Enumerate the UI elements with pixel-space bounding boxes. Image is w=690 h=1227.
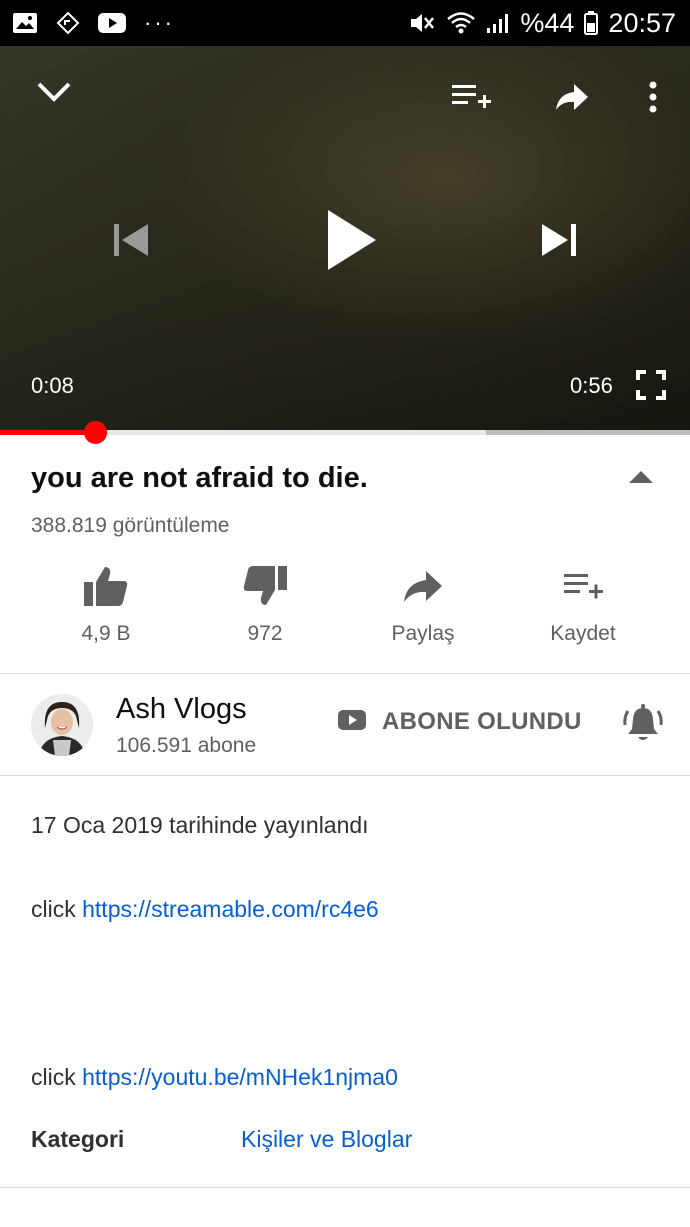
video-player[interactable]: 0:08 0:56	[0, 46, 690, 432]
battery-icon	[584, 11, 599, 35]
category-label: Kategori	[31, 1126, 125, 1152]
youtube-icon	[338, 709, 366, 735]
divider	[0, 1187, 690, 1188]
description-text: click	[31, 1064, 76, 1090]
notification-bell-icon[interactable]	[622, 703, 664, 750]
thumbs-up-icon	[83, 560, 129, 612]
like-button[interactable]: 4,9 B	[36, 560, 176, 646]
subscriber-count: 106.591 abone	[116, 734, 257, 757]
publish-date: 17 Oca 2019 tarihinde yayınlandı	[31, 812, 369, 838]
wifi-icon	[446, 11, 476, 35]
share-icon	[402, 560, 444, 612]
clock: 20:57	[608, 7, 676, 38]
status-overflow: ···	[144, 10, 175, 35]
avatar[interactable]	[31, 694, 93, 756]
channel-name[interactable]: Ash Vlogs	[116, 693, 247, 726]
fullscreen-icon[interactable]	[636, 370, 666, 400]
more-vert-icon[interactable]	[646, 80, 660, 114]
view-count: 388.819 görüntüleme	[31, 514, 230, 537]
dislike-count: 972	[247, 622, 283, 645]
divider	[0, 775, 690, 776]
share-button[interactable]: Paylaş	[353, 560, 493, 646]
status-bar: ··· %44 20:57	[0, 0, 690, 46]
description-line: click https://streamable.com/rc4e6	[31, 896, 379, 923]
video-title[interactable]: you are not afraid to die.	[31, 462, 368, 495]
youtube-link[interactable]: https://youtu.be/mNHek1njma0	[82, 1064, 398, 1090]
playlist-add-icon	[562, 560, 604, 612]
navigation-icon	[56, 11, 80, 35]
battery-percent: %44	[520, 7, 575, 38]
subscribed-label: ABONE OLUNDU	[382, 708, 582, 735]
share-icon[interactable]	[554, 82, 590, 112]
save-label: Kaydet	[550, 622, 616, 645]
description-line: click https://youtu.be/mNHek1njma0	[31, 1064, 398, 1091]
play-icon[interactable]	[326, 208, 378, 272]
streamable-link[interactable]: https://streamable.com/rc4e6	[82, 896, 379, 922]
thumbs-down-icon	[242, 560, 288, 612]
next-icon[interactable]	[540, 222, 578, 258]
progress-fill	[0, 430, 96, 435]
signal-icon	[486, 12, 510, 34]
mute-icon	[408, 10, 436, 36]
image-icon	[12, 12, 38, 34]
expand-description-icon[interactable]	[628, 470, 654, 489]
save-button[interactable]: Kaydet	[513, 560, 653, 646]
description-text: click	[31, 896, 76, 922]
previous-icon[interactable]	[112, 222, 150, 258]
dislike-button[interactable]: 972	[195, 560, 335, 646]
current-time: 0:08	[31, 373, 74, 398]
like-count: 4,9 B	[81, 622, 131, 645]
add-to-queue-icon[interactable]	[450, 82, 492, 112]
seek-handle[interactable]	[84, 421, 108, 444]
duration: 0:56	[570, 373, 613, 398]
share-label: Paylaş	[391, 622, 455, 645]
category-link[interactable]: Kişiler ve Bloglar	[241, 1126, 412, 1153]
divider	[0, 673, 690, 674]
minimize-chevron-icon[interactable]	[36, 80, 72, 106]
subscribed-button[interactable]: ABONE OLUNDU	[338, 708, 582, 736]
youtube-icon	[98, 13, 126, 33]
seek-bar[interactable]	[0, 421, 690, 444]
action-bar: 4,9 B 972 Paylaş Kaydet	[0, 560, 690, 660]
